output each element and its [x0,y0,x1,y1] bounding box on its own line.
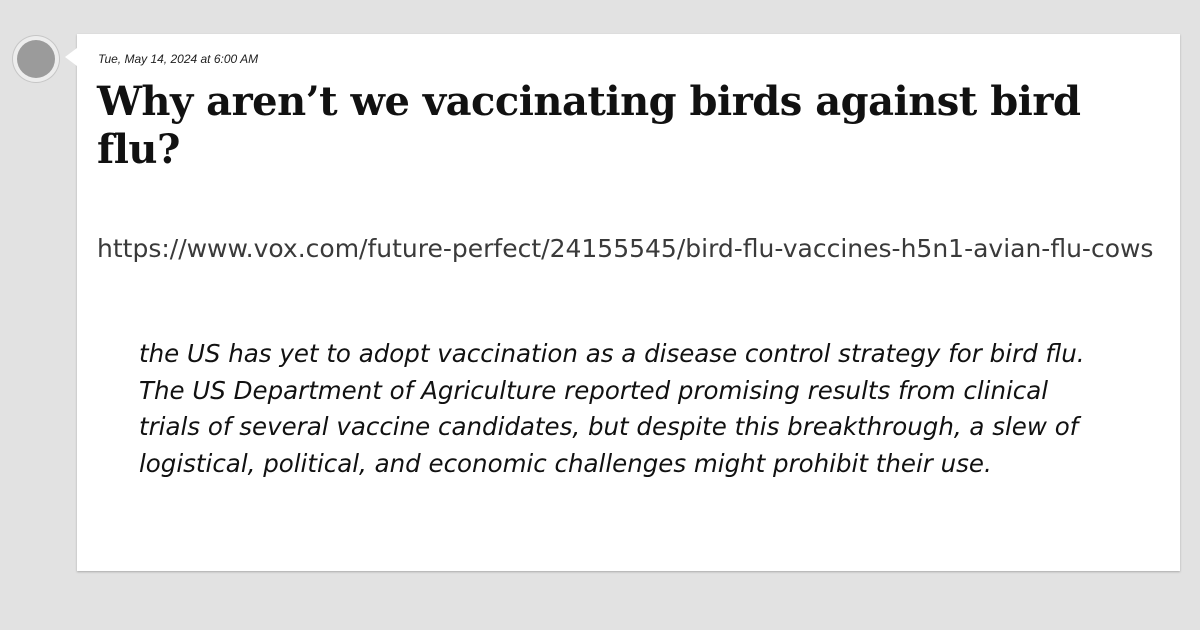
avatar[interactable] [13,36,59,82]
post-title: Why aren’t we vaccinating birds against … [97,78,1081,173]
card-pointer [65,48,77,66]
post-card: Tue, May 14, 2024 at 6:00 AM Why aren’t … [65,34,1180,571]
avatar-placeholder-icon [17,40,55,78]
post-quote: the US has yet to adopt vaccination as a… [139,339,1085,478]
post-timestamp: Tue, May 14, 2024 at 6:00 AM [98,52,259,66]
post-link[interactable]: https://www.vox.com/future-perfect/24155… [97,230,1162,268]
